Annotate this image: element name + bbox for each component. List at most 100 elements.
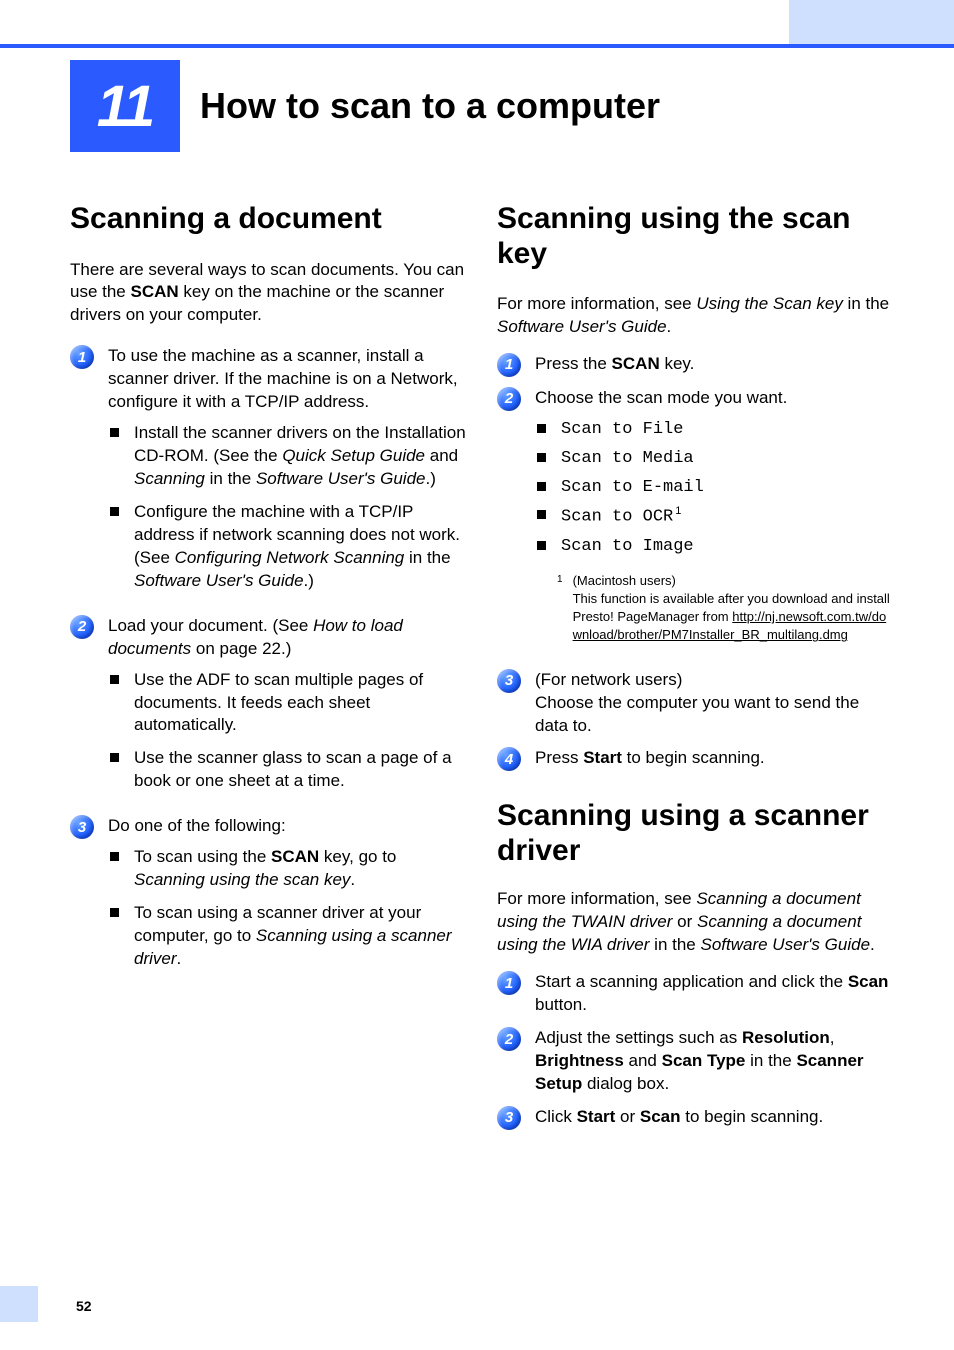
text: .	[667, 317, 672, 336]
text-bold: Resolution	[742, 1028, 830, 1047]
text-italic: Scanning using the scan key	[134, 870, 350, 889]
text: Scan to Media	[561, 449, 694, 468]
chapter-header: 11 How to scan to a computer	[70, 60, 894, 152]
text: .	[177, 949, 182, 968]
bullet-item: Use the scanner glass to scan a page of …	[130, 747, 467, 793]
footnote-ref: 1	[675, 505, 681, 517]
footer-accent	[0, 1286, 38, 1322]
step-number-icon: 2	[70, 615, 94, 639]
bullet-item: To scan using the SCAN key, go to Scanni…	[130, 846, 467, 892]
text: Start a scanning application and click t…	[535, 972, 848, 991]
scan-mode-item: Scan to E-mail	[557, 474, 894, 503]
text-italic: Software User's Guide	[700, 935, 870, 954]
text-bold: Brightness	[535, 1051, 624, 1070]
bullet-item: To scan using a scanner driver at your c…	[130, 902, 467, 971]
footnote: 1 (Macintosh users) This function is ava…	[557, 572, 894, 645]
text: and	[624, 1051, 662, 1070]
text: .	[870, 935, 875, 954]
text: in the	[404, 548, 450, 567]
text: For more information, see	[497, 889, 696, 908]
text: Scan to E-mail	[561, 478, 704, 497]
text-bold: Start	[577, 1107, 616, 1126]
top-header-band	[0, 0, 954, 44]
footnote-marker: 1	[557, 572, 563, 645]
text: key, go to	[319, 847, 396, 866]
text: or	[672, 912, 697, 931]
text: Choose the scan mode you want.	[535, 388, 787, 407]
step-4: 4 Press Start to begin scanning.	[497, 747, 894, 771]
text: Load your document. (See	[108, 616, 313, 635]
step-number-icon: 4	[497, 747, 521, 771]
step-text: To use the machine as a scanner, install…	[108, 346, 458, 411]
step-1: 1 To use the machine as a scanner, insta…	[70, 345, 467, 604]
text: on page 22.)	[191, 639, 291, 658]
chapter-number: 11	[70, 60, 180, 152]
step-2: 2 Adjust the settings such as Resolution…	[497, 1027, 894, 1096]
text: Do one of the following:	[108, 816, 286, 835]
chapter-title: How to scan to a computer	[200, 85, 660, 127]
section-heading-scanning-document: Scanning a document	[70, 202, 467, 237]
text: Press	[535, 748, 583, 767]
step-number-icon: 2	[497, 1027, 521, 1051]
text: Press the	[535, 354, 612, 373]
intro-paragraph: For more information, see Scanning a doc…	[497, 888, 894, 957]
text-bold: SCAN	[131, 282, 179, 301]
text-italic: Configuring Network Scanning	[175, 548, 405, 567]
text: to begin scanning.	[681, 1107, 824, 1126]
footnote-body: (Macintosh users) This function is avail…	[573, 572, 894, 645]
text-bold: SCAN	[271, 847, 319, 866]
step-number-icon: 1	[70, 345, 94, 369]
step-3: 3 (For network users) Choose the compute…	[497, 669, 894, 738]
scan-mode-item: Scan to Image	[557, 533, 894, 562]
step-2: 2 Choose the scan mode you want. Scan to…	[497, 387, 894, 659]
bullet-item: Install the scanner drivers on the Insta…	[130, 422, 467, 491]
step-2: 2 Load your document. (See How to load d…	[70, 615, 467, 806]
text: key.	[660, 354, 695, 373]
text: or	[615, 1107, 640, 1126]
text: Scan to Image	[561, 537, 694, 556]
text: Use the ADF to scan multiple pages of do…	[134, 670, 423, 735]
section-heading-scanner-driver: Scanning using a scanner driver	[497, 799, 894, 868]
text-italic: Software User's Guide	[134, 571, 304, 590]
step-1: 1 Press the SCAN key.	[497, 353, 894, 377]
text: (Macintosh users)	[573, 573, 676, 588]
text-bold: Scan	[640, 1107, 681, 1126]
text: .	[350, 870, 355, 889]
text: Use the scanner glass to scan a page of …	[134, 748, 452, 790]
step-number-icon: 1	[497, 971, 521, 995]
text: For more information, see	[497, 294, 696, 313]
text-bold: SCAN	[612, 354, 660, 373]
text-bold: Scan Type	[662, 1051, 746, 1070]
right-column: Scanning using the scan key For more inf…	[497, 202, 894, 1140]
step-number-icon: 3	[70, 815, 94, 839]
text: (For network users)	[535, 670, 682, 689]
text: Click	[535, 1107, 577, 1126]
text: in the	[205, 469, 256, 488]
text: To scan using the	[134, 847, 271, 866]
scan-mode-item: Scan to Media	[557, 445, 894, 474]
text: in the	[843, 294, 889, 313]
text: dialog box.	[582, 1074, 669, 1093]
text-bold: Start	[583, 748, 622, 767]
text: Adjust the settings such as	[535, 1028, 742, 1047]
text: Scan to OCR	[561, 508, 673, 527]
section-heading-scan-key: Scanning using the scan key	[497, 202, 894, 271]
text-italic: Software User's Guide	[497, 317, 667, 336]
header-accent	[789, 0, 954, 44]
text-italic: Using the Scan key	[696, 294, 842, 313]
step-number-icon: 3	[497, 669, 521, 693]
page-number: 52	[76, 1298, 92, 1314]
step-3: 3 Click Start or Scan to begin scanning.	[497, 1106, 894, 1130]
left-column: Scanning a document There are several wa…	[70, 202, 467, 1140]
step-1: 1 Start a scanning application and click…	[497, 971, 894, 1017]
step-number-icon: 1	[497, 353, 521, 377]
intro-paragraph: There are several ways to scan documents…	[70, 259, 467, 328]
text: Choose the computer you want to send the…	[535, 693, 859, 735]
header-rule	[0, 44, 954, 48]
text-italic: Software User's Guide	[256, 469, 426, 488]
text: ,	[830, 1028, 835, 1047]
scan-mode-item: Scan to File	[557, 416, 894, 445]
text: .)	[304, 571, 314, 590]
text: .)	[425, 469, 435, 488]
intro-paragraph: For more information, see Using the Scan…	[497, 293, 894, 339]
